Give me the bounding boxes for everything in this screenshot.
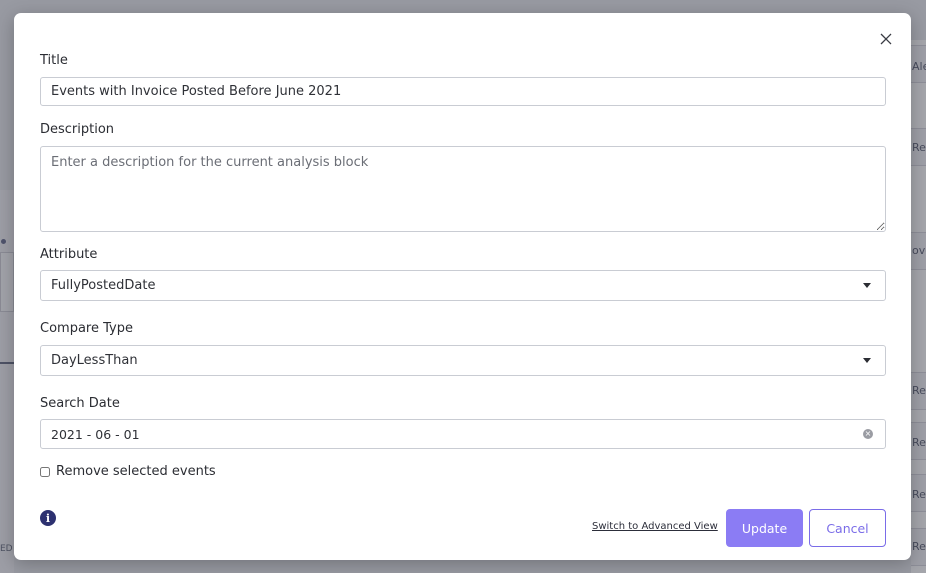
- attribute-label: Attribute: [40, 247, 98, 262]
- remove-selected-events-row[interactable]: Remove selected events: [40, 464, 216, 479]
- close-icon: [880, 33, 892, 45]
- description-label: Description: [40, 122, 115, 137]
- remove-selected-events-checkbox[interactable]: [40, 466, 50, 477]
- switch-advanced-view-link[interactable]: Switch to Advanced View: [592, 521, 718, 532]
- search-date-picker[interactable]: 2021 - 06 - 01 ×: [40, 419, 886, 449]
- cancel-button[interactable]: Cancel: [809, 509, 886, 547]
- close-button[interactable]: [877, 30, 895, 48]
- title-input[interactable]: [40, 77, 886, 106]
- search-date-value: 2021 - 06 - 01: [51, 426, 140, 442]
- compare-type-label: Compare Type: [40, 321, 133, 336]
- description-textarea[interactable]: [40, 146, 886, 232]
- update-button[interactable]: Update: [726, 509, 803, 547]
- caret-down-icon: [863, 283, 871, 288]
- caret-down-icon: [863, 358, 871, 363]
- attribute-selected-value: FullyPostedDate: [51, 278, 156, 293]
- analysis-block-dialog: Title Description Attribute FullyPostedD…: [14, 13, 911, 560]
- attribute-select[interactable]: FullyPostedDate: [40, 270, 886, 301]
- clear-icon[interactable]: ×: [863, 429, 873, 439]
- remove-selected-events-label: Remove selected events: [56, 464, 216, 479]
- title-label: Title: [40, 53, 68, 68]
- compare-type-select[interactable]: DayLessThan: [40, 345, 886, 376]
- search-date-label: Search Date: [40, 396, 120, 411]
- info-icon[interactable]: i: [40, 510, 56, 526]
- compare-type-selected-value: DayLessThan: [51, 353, 138, 368]
